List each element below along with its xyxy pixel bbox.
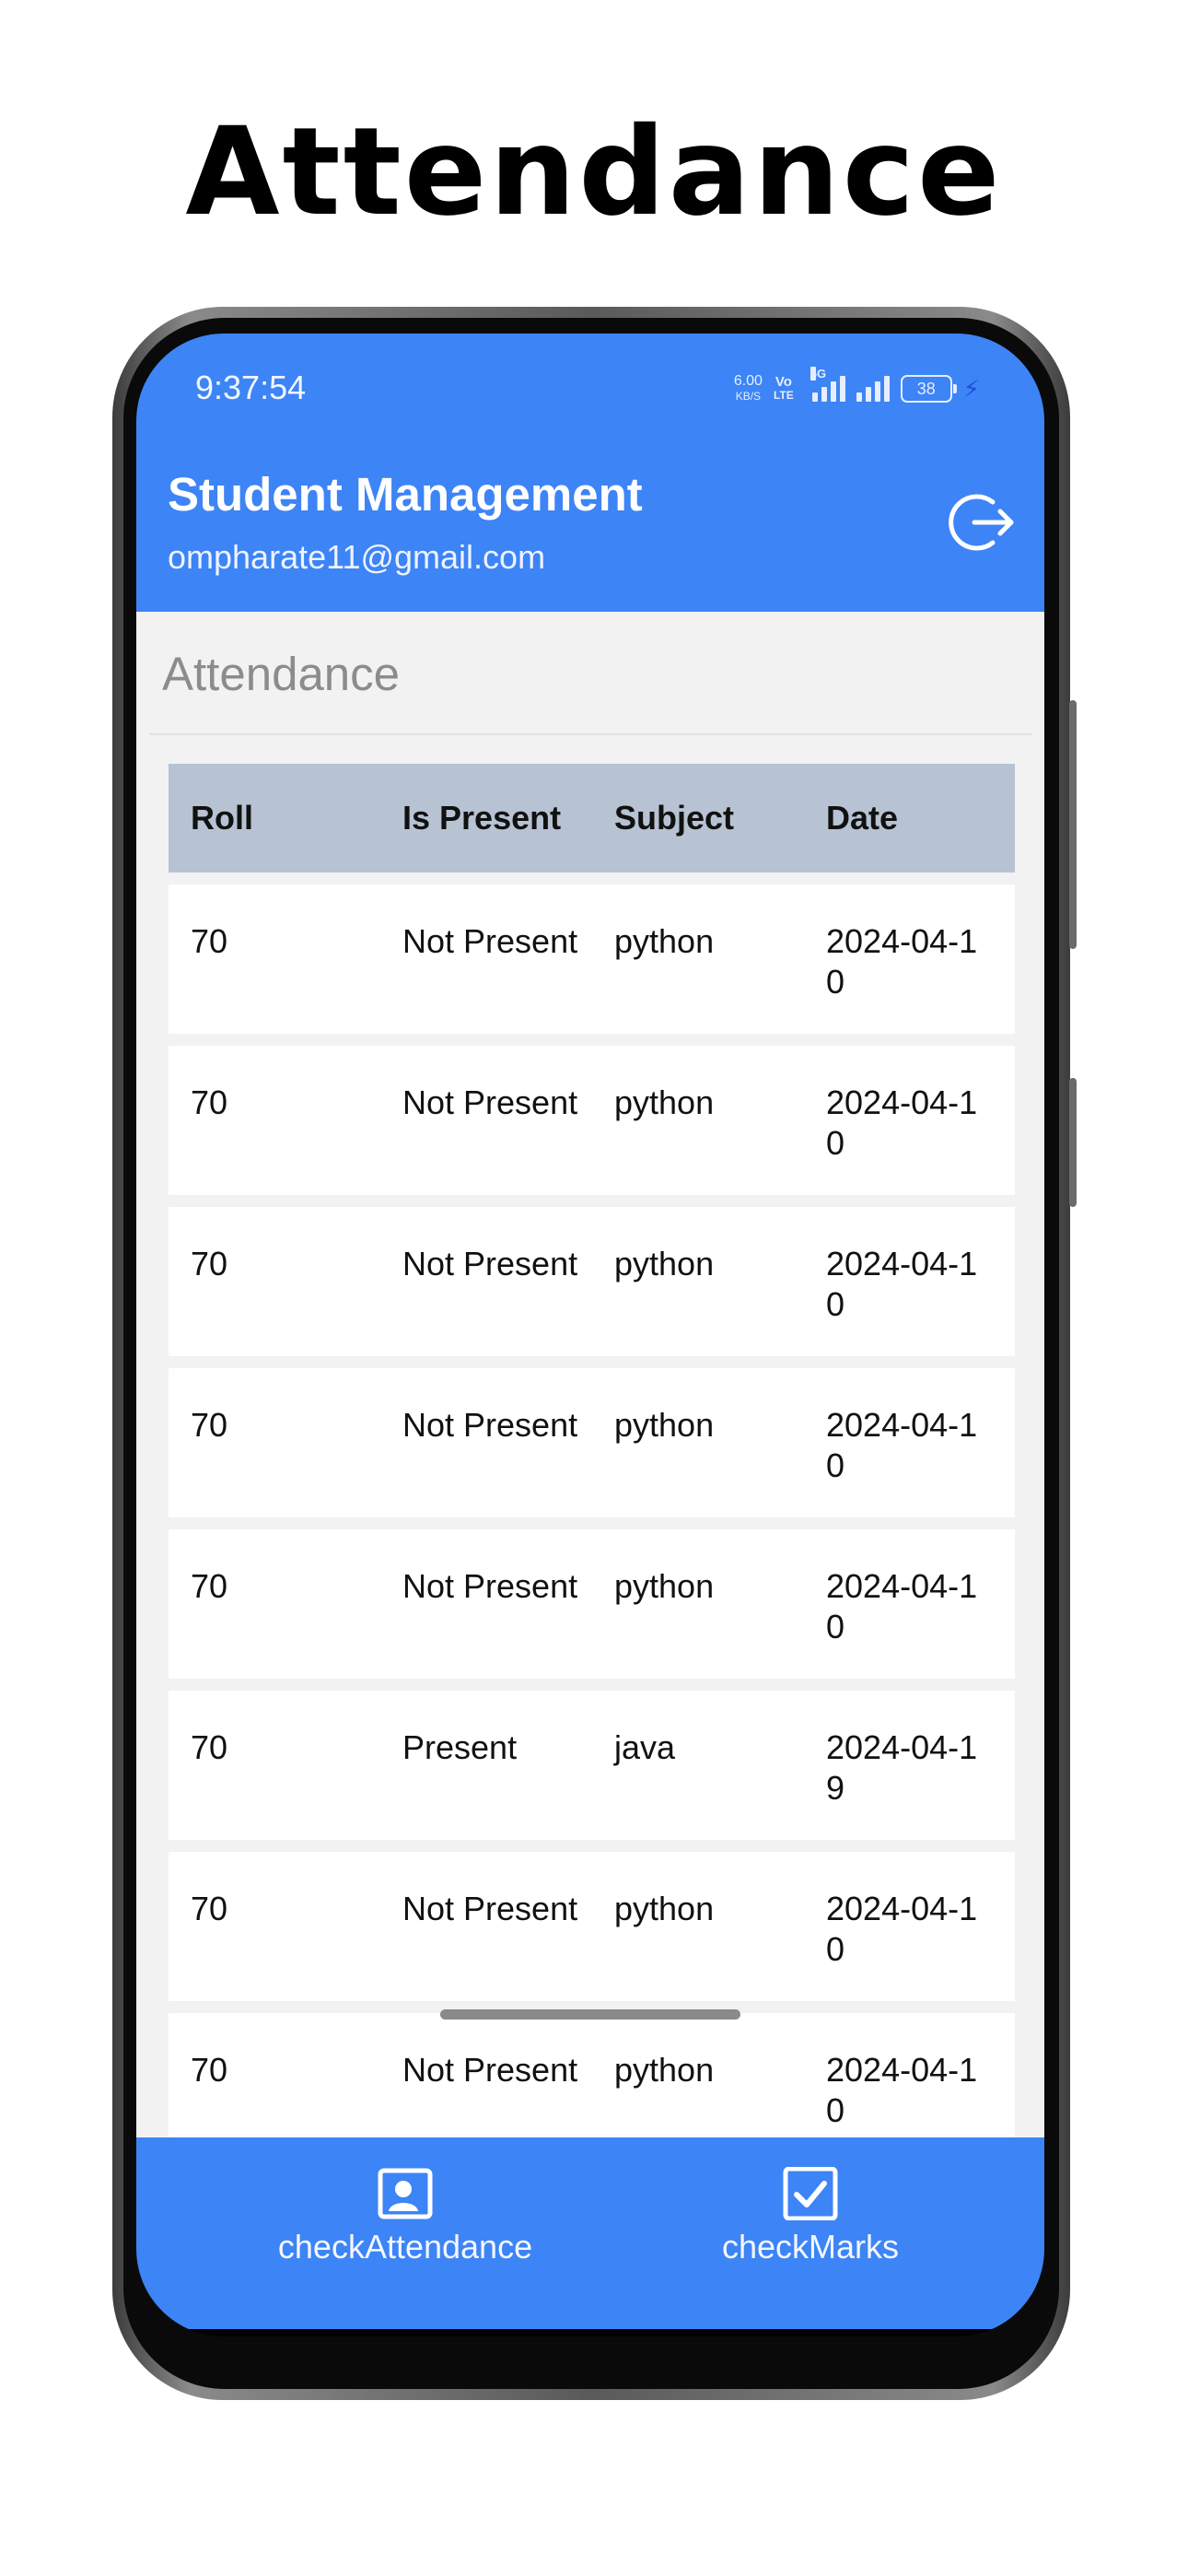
cell-date: 2024-04-10 — [826, 1245, 978, 1323]
cell-date: 2024-04-10 — [826, 2051, 978, 2129]
cell-present: Not Present — [402, 2051, 578, 2089]
promo-title: Attendance — [185, 101, 1003, 243]
user-email: ompharate11@gmail.com — [168, 538, 546, 576]
volume-button — [1069, 700, 1077, 949]
charging-icon: ⚡ — [962, 374, 980, 403]
nav-label: checkMarks — [721, 2228, 900, 2266]
status-time: 9:37:54 — [195, 369, 307, 406]
network-speed: 6.00 KB/S — [733, 373, 763, 404]
nav-label: checkAttendance — [277, 2228, 533, 2266]
cell-present: Not Present — [402, 1406, 578, 1444]
cell-roll: 70 — [191, 1890, 228, 1927]
cell-present: Present — [402, 1728, 518, 1766]
cell-date: 2024-04-10 — [826, 1083, 978, 1162]
cell-roll: 70 — [191, 1245, 228, 1282]
cell-subject: python — [614, 1083, 715, 1121]
table-row: 70 Not Present python 2024-04-10 — [169, 884, 1015, 1034]
cell-present: Not Present — [402, 1567, 578, 1605]
phone-screen: 9:37:54 6.00 KB/S Vo LTE 5G 38 ⚡ Student… — [136, 334, 1044, 2336]
cell-date: 2024-04-10 — [826, 1890, 978, 1968]
home-indicator[interactable] — [440, 2009, 740, 2020]
cell-roll: 70 — [191, 1728, 228, 1766]
cell-subject: python — [614, 1890, 715, 1927]
battery-icon: 38 — [900, 375, 957, 403]
bottom-navigation: checkAttendance checkMarks — [136, 2137, 1044, 2329]
cell-subject: java — [614, 1728, 676, 1766]
cell-roll: 70 — [191, 922, 228, 960]
attendance-table: Roll Is Present Subject Date 70 Not Pres… — [169, 764, 1015, 2137]
table-row: 70 Not Present python 2024-04-10 — [169, 1852, 1015, 2001]
logout-button[interactable] — [945, 486, 1019, 559]
attendance-icon — [378, 2168, 433, 2219]
content-area: Attendance Roll Is Present Subject Date … — [136, 612, 1044, 2137]
cell-subject: python — [614, 1567, 715, 1605]
cell-date: 2024-04-10 — [826, 922, 978, 1001]
cell-roll: 70 — [191, 1567, 228, 1605]
cell-date: 2024-04-19 — [826, 1728, 978, 1807]
cell-date: 2024-04-10 — [826, 1567, 978, 1645]
cell-subject: python — [614, 922, 715, 960]
cell-present: Not Present — [402, 922, 578, 960]
header-subject: Subject — [614, 799, 735, 837]
volte-icon: Vo LTE — [773, 374, 794, 402]
status-icons: 6.00 KB/S Vo LTE 5G 38 ⚡ — [733, 367, 980, 407]
cell-roll: 70 — [191, 1406, 228, 1444]
table-row: 70 Not Present python 2024-04-10 — [169, 2013, 1015, 2137]
cell-present: Not Present — [402, 1890, 578, 1927]
logout-icon — [949, 494, 1014, 551]
table-row: 70 Not Present python 2024-04-10 — [169, 1368, 1015, 1517]
power-button — [1069, 1078, 1077, 1207]
header-is-present: Is Present — [402, 799, 562, 837]
cell-subject: python — [614, 2051, 715, 2089]
header-date: Date — [826, 799, 899, 837]
table-row: 70 Not Present python 2024-04-10 — [169, 1046, 1015, 1195]
cell-subject: python — [614, 1406, 715, 1444]
app-title: Student Management — [168, 468, 643, 521]
app-header: 9:37:54 6.00 KB/S Vo LTE 5G 38 ⚡ Student… — [136, 334, 1044, 612]
cell-subject: python — [614, 1245, 715, 1282]
divider — [149, 733, 1031, 735]
cell-present: Not Present — [402, 1083, 578, 1121]
cell-roll: 70 — [191, 2051, 228, 2089]
signal-5g-icon: 5G — [809, 367, 845, 402]
cell-roll: 70 — [191, 1083, 228, 1121]
header-roll: Roll — [191, 799, 253, 837]
table-row: 70 Not Present python 2024-04-10 — [169, 1529, 1015, 1679]
table-header: Roll Is Present Subject Date — [169, 764, 1015, 872]
section-title: Attendance — [162, 648, 401, 700]
cell-present: Not Present — [402, 1245, 578, 1282]
signal-icon — [856, 376, 890, 402]
checkbox-icon — [783, 2167, 838, 2220]
table-row: 70 Present java 2024-04-19 — [169, 1691, 1015, 1840]
nav-check-attendance[interactable]: checkAttendance — [221, 2167, 589, 2266]
page: Attendance 9:37:54 6.00 KB/S Vo LTE 5G 3… — [0, 0, 1188, 2576]
table-row: 70 Not Present python 2024-04-10 — [169, 1207, 1015, 1356]
cell-date: 2024-04-10 — [826, 1406, 978, 1484]
nav-check-marks[interactable]: checkMarks — [626, 2167, 995, 2266]
